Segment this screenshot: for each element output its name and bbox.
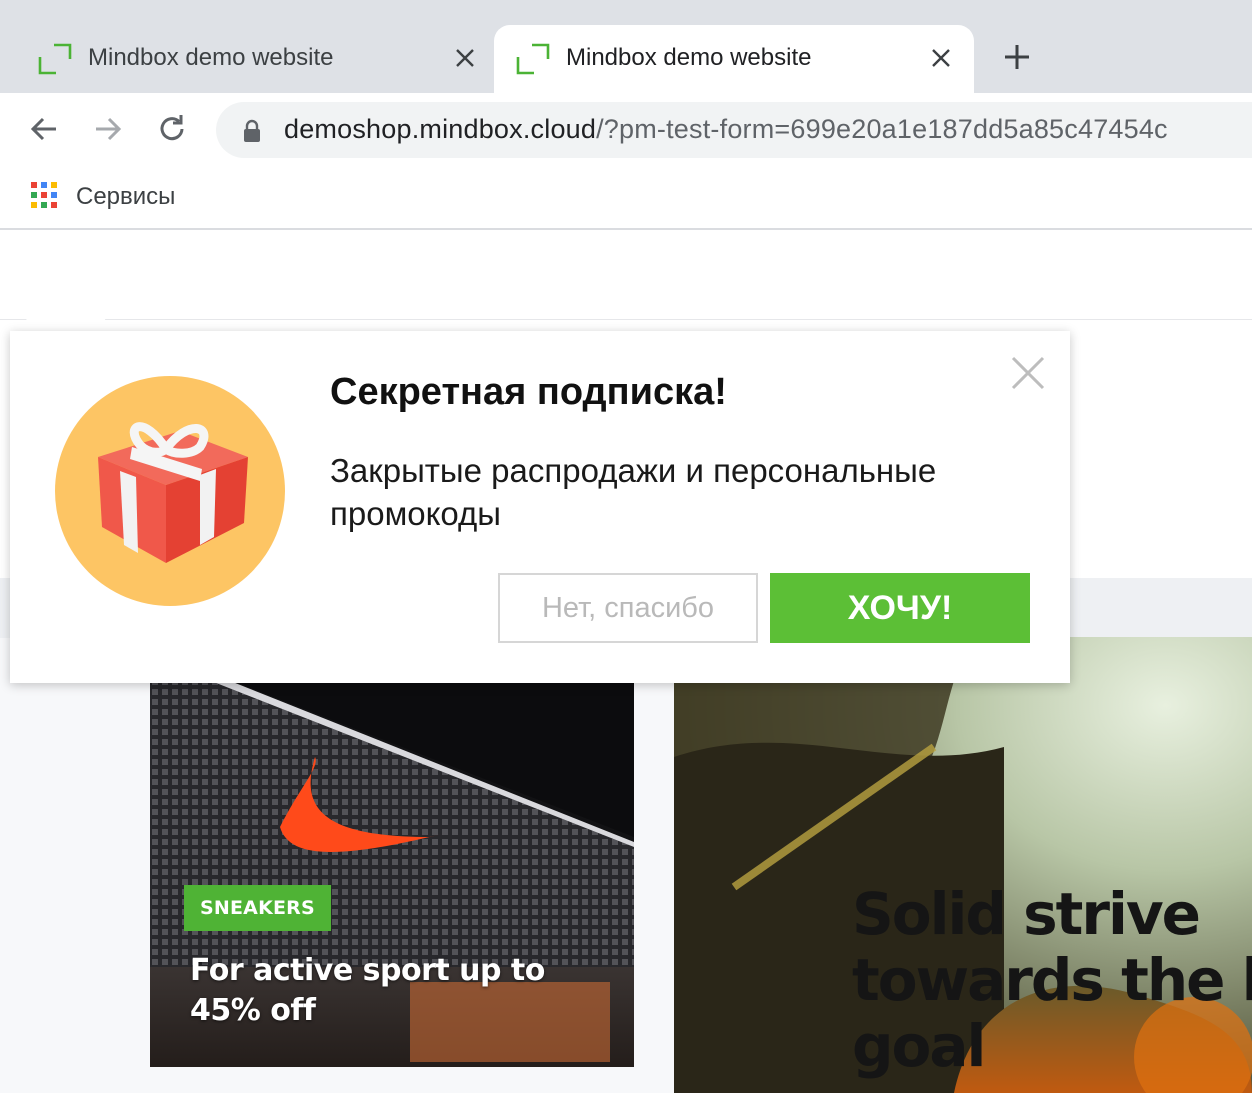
promo-card-sneakers[interactable]: SNEAKERS For active sport up to 45% off xyxy=(150,637,634,1067)
promo-badge: SNEAKERS xyxy=(184,885,331,931)
arrow-left-icon[interactable] xyxy=(26,111,62,147)
bookmarks-bar: Сервисы xyxy=(0,165,1252,230)
tab-title: Mindbox demo website xyxy=(88,44,334,71)
lock-icon[interactable] xyxy=(242,119,262,143)
mindbox-favicon-icon xyxy=(38,43,72,75)
tab-title: Mindbox demo website xyxy=(566,44,812,71)
apps-grid-icon[interactable] xyxy=(31,182,58,209)
tab-inactive[interactable]: Mindbox demo website xyxy=(0,25,494,93)
url-host: demoshop.mindbox.cloud xyxy=(284,114,597,144)
popup-pointer xyxy=(22,278,110,333)
mindbox-favicon-icon xyxy=(516,43,550,75)
reload-icon[interactable] xyxy=(154,111,190,147)
tab-strip: Mindbox demo website Mindbox demo websit… xyxy=(0,0,1252,93)
subscription-popup: Секретная подписка! Закрытые распродажи … xyxy=(10,331,1070,683)
arrow-right-icon[interactable] xyxy=(90,111,126,147)
hero-headline: Solid strive towards the h goal xyxy=(852,880,1252,1080)
gift-icon xyxy=(55,376,285,606)
decline-button[interactable]: Нет, спасибо xyxy=(498,573,758,643)
url-text: demoshop.mindbox.cloud/?pm-test-form=699… xyxy=(284,114,1168,145)
bookmark-apps-label[interactable]: Сервисы xyxy=(76,183,175,211)
address-bar[interactable]: demoshop.mindbox.cloud/?pm-test-form=699… xyxy=(216,102,1252,158)
plus-icon[interactable] xyxy=(1000,40,1034,74)
promo-text: For active sport up to 45% off xyxy=(190,953,545,1028)
popup-description: Закрытые распродажи и персональные промо… xyxy=(330,452,937,532)
site-header xyxy=(0,232,1252,320)
close-icon[interactable] xyxy=(1010,355,1046,391)
browser-window: Mindbox demo website Mindbox demo websit… xyxy=(0,0,1252,1093)
toolbar: demoshop.mindbox.cloud/?pm-test-form=699… xyxy=(0,93,1252,165)
tab-active[interactable]: Mindbox demo website xyxy=(494,25,974,93)
close-icon[interactable] xyxy=(454,47,476,69)
accept-button[interactable]: ХОЧУ! xyxy=(770,573,1030,643)
url-path: /?pm-test-form=699e20a1e187dd5a85c47454c xyxy=(596,114,1168,144)
hero-card[interactable]: Solid strive towards the h goal xyxy=(674,637,1252,1093)
popup-title: Секретная подписка! xyxy=(330,371,727,413)
close-icon[interactable] xyxy=(930,47,952,69)
